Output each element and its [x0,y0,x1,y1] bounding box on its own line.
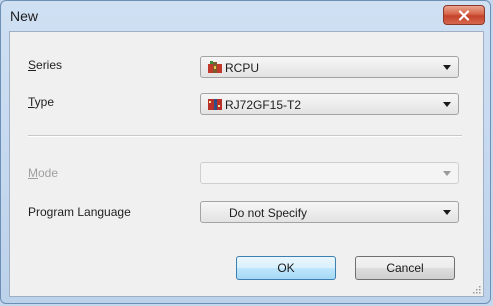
series-value: RCPU [225,61,260,75]
type-label: Type [28,95,54,109]
cancel-button[interactable]: Cancel [355,256,455,280]
series-select[interactable]: RCPU [200,56,459,78]
series-label-rest: eries [36,58,63,72]
network-module-icon [208,99,222,110]
type-select[interactable]: RJ72GF15-T2 [200,93,459,115]
chevron-down-icon [443,171,451,176]
close-icon [458,9,470,21]
cpu-module-icon [208,61,222,73]
new-dialog: New Series RCPU Type RJ72GF15-T2 Mode Pr… [0,0,491,304]
program-language-label: Program Language [28,205,131,219]
series-mnemonic: S [28,58,37,72]
chevron-down-icon [443,210,451,215]
close-button[interactable] [443,5,485,25]
type-value: RJ72GF15-T2 [225,98,302,112]
mode-label: Mode [28,166,58,180]
resize-grip-icon[interactable] [471,284,481,294]
mode-label-rest: ode [38,166,59,180]
title-bar[interactable]: New [1,1,490,31]
chevron-down-icon [443,65,451,70]
divider [28,135,462,137]
dialog-body: Series RCPU Type RJ72GF15-T2 Mode Progra… [9,31,484,297]
mode-mnemonic: M [28,166,38,180]
ok-button[interactable]: OK [236,256,336,280]
type-mnemonic: T [28,95,35,109]
program-language-value: Do not Specify [229,206,308,220]
mode-select [200,162,459,184]
series-label: Series [28,58,62,72]
program-language-select[interactable]: Do not Specify [200,201,459,223]
chevron-down-icon [443,102,451,107]
type-label-rest: ype [34,95,55,109]
dialog-title: New [10,8,39,24]
